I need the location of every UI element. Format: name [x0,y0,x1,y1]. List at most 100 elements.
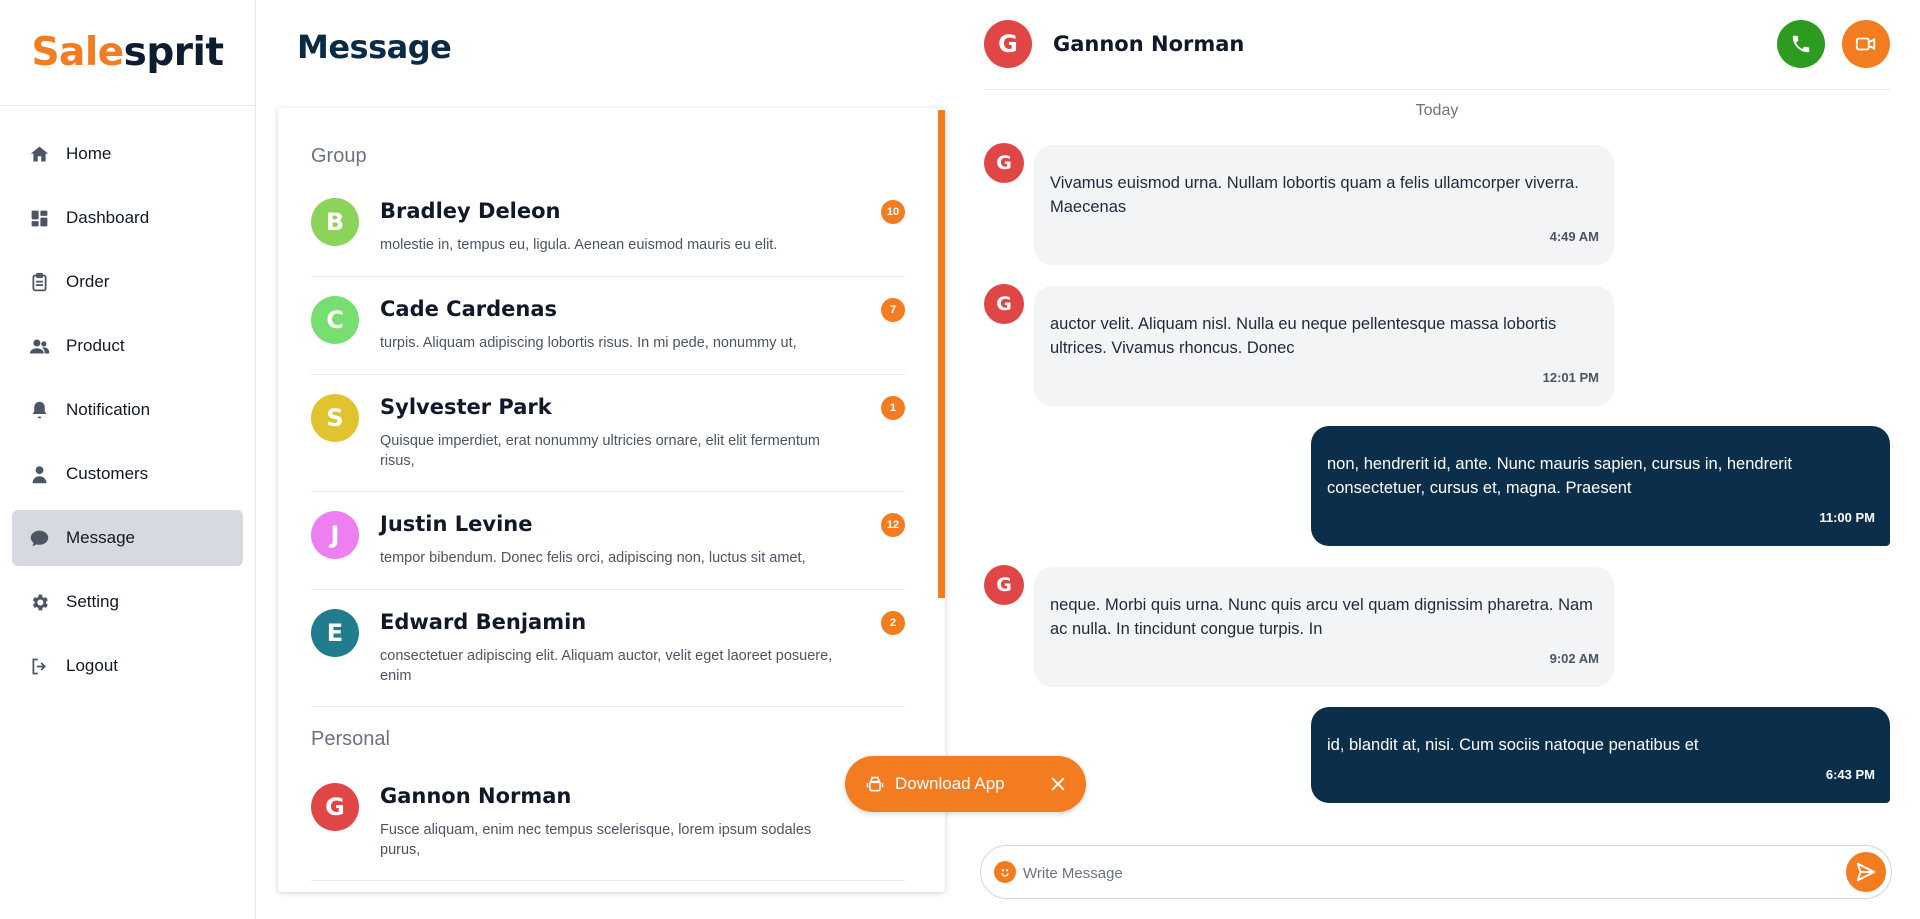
sidebar-item-label: Logout [66,656,118,675]
close-icon[interactable] [1048,774,1068,794]
avatar: B [311,198,359,246]
gear-icon [28,591,50,613]
sidebar-item-label: Message [66,528,135,547]
chat-bubble-icon [28,527,50,549]
android-icon [866,776,884,792]
sidebar-item-label: Home [66,144,112,163]
sidebar-item-label: Product [66,336,125,355]
unread-badge: 2 [881,611,905,635]
message-composer [980,845,1892,899]
sidebar-item-product[interactable]: Product [12,318,243,374]
voice-call-button[interactable] [1777,20,1825,68]
message-snippet: tempor bibendum. Donec felis orci, adipi… [380,550,806,566]
app-root: Sale sprit Home Dashboard Order Product N… [0,0,1920,919]
sidebar-item-dashboard[interactable]: Dashboard [12,190,243,246]
sidebar-item-label: Dashboard [66,208,150,227]
home-icon [28,143,50,165]
message-bubble-outgoing: non, hendrerit id, ante. Nunc mauris sap… [1311,426,1890,546]
sidebar-item-notification[interactable]: Notification [12,382,243,438]
conversation-item-gannon-norman[interactable]: G Gannon Norman Fusce aliquam, enim nec … [311,773,905,881]
sidebar-item-message[interactable]: Message [12,510,243,566]
message-time: 12:01 PM [1542,370,1599,385]
sidebar-item-order[interactable]: Order [12,254,243,310]
group-section-label: Group [311,145,367,167]
logout-icon [28,655,50,677]
users-icon [28,335,50,357]
message-snippet: molestie in, tempus eu, ligula. Aenean e… [380,237,778,253]
sidebar-item-setting[interactable]: Setting [12,574,243,630]
message-bubble-outgoing: id, blandit at, nisi. Cum sociis natoque… [1311,707,1890,803]
message-text: auctor velit. Aliquam nisl. Nulla eu neq… [1050,315,1557,357]
scrollbar-thumb[interactable] [938,110,945,598]
avatar: J [311,511,359,559]
sender-avatar: G [984,143,1024,183]
video-call-button[interactable] [1842,20,1890,68]
emoji-icon[interactable] [994,861,1016,883]
sidebar-item-label: Order [66,272,110,291]
bell-icon [28,399,50,421]
message-text: neque. Morbi quis urna. Nunc quis arcu v… [1050,596,1593,638]
message-time: 9:02 AM [1549,651,1599,666]
send-icon [1856,862,1876,882]
unread-badge: 12 [881,513,905,537]
conversation-item-edward-benjamin[interactable]: E Edward Benjamin consectetuer adipiscin… [311,590,905,707]
message-time: 4:49 AM [1549,229,1599,244]
sidebar-item-logout[interactable]: Logout [12,638,243,694]
conversation-list[interactable]: Group B Bradley Deleon molestie in, temp… [278,108,945,892]
sidebar-item-label: Customers [66,464,149,483]
chat-contact-name: Gannon Norman [1053,32,1245,56]
sidebar-item-home[interactable]: Home [12,126,243,182]
message-snippet: consectetuer adipiscing elit. Aliquam au… [380,648,833,684]
page-title: Message [297,28,452,66]
contact-name: Edward Benjamin [380,610,587,634]
sidebar-item-label: Setting [66,592,119,611]
message-bubble-incoming: auctor velit. Aliquam nisl. Nulla eu neq… [1034,286,1614,406]
contact-avatar[interactable]: G [984,20,1032,68]
message-snippet: Fusce aliquam, enim nec tempus scelerisq… [380,822,812,858]
unread-badge: 1 [881,396,905,420]
conversation-item-cade-cardenas[interactable]: C Cade Cardenas turpis. Aliquam adipisci… [311,277,905,375]
conversation-item-justin-levine[interactable]: J Justin Levine tempor bibendum. Donec f… [311,492,905,590]
message-text: Vivamus euismod urna. Nullam lobortis qu… [1050,174,1579,216]
contact-name: Justin Levine [380,512,533,536]
message-text: non, hendrerit id, ante. Nunc mauris sap… [1327,455,1792,497]
video-camera-icon [1855,37,1876,51]
avatar: C [311,296,359,344]
day-divider: Today [1415,102,1459,119]
sidebar-item-customers[interactable]: Customers [12,446,243,502]
message-bubble-incoming: Vivamus euismod urna. Nullam lobortis qu… [1034,145,1614,265]
unread-badge: 7 [881,298,905,322]
message-text: id, blandit at, nisi. Cum sociis natoque… [1327,736,1699,754]
message-bubble-incoming: neque. Morbi quis urna. Nunc quis arcu v… [1034,567,1614,687]
unread-badge: 10 [881,200,905,224]
sender-avatar: G [984,565,1024,605]
message-time: 6:43 PM [1825,767,1875,782]
send-button[interactable] [1846,852,1886,892]
sidebar-nav: Home Dashboard Order Product Notificatio… [0,106,255,694]
conversation-item-sylvester-park[interactable]: S Sylvester Park Quisque imperdiet, erat… [311,375,905,492]
sidebar-item-label: Notification [66,400,151,419]
conversation-item-bradley-deleon[interactable]: B Bradley Deleon molestie in, tempus eu,… [311,190,905,277]
brand-logo-part1: Sale [31,30,124,75]
contact-name: Cade Cardenas [380,297,558,321]
avatar: S [311,394,359,442]
message-input[interactable] [1023,860,1783,886]
download-app-button[interactable]: Download App [845,756,1086,812]
contact-name: Gannon Norman [380,784,572,808]
message-snippet: Quisque imperdiet, erat nonummy ultricie… [380,433,821,469]
message-time: 11:00 PM [1819,510,1875,525]
clipboard-icon [28,271,50,293]
phone-icon [1792,35,1810,53]
sidebar: Sale sprit Home Dashboard Order Product N… [0,0,256,919]
download-app-label: Download App [895,774,1005,793]
brand-logo-part2: sprit [123,30,224,75]
personal-section-label: Personal [311,728,390,750]
user-icon [28,463,50,485]
sender-avatar: G [984,284,1024,324]
avatar: G [311,783,359,831]
avatar: E [311,609,359,657]
dashboard-icon [28,207,50,229]
brand-logo[interactable]: Sale sprit [0,0,255,106]
contact-name: Sylvester Park [380,395,552,419]
chat-header: G Gannon Norman [984,0,1890,90]
